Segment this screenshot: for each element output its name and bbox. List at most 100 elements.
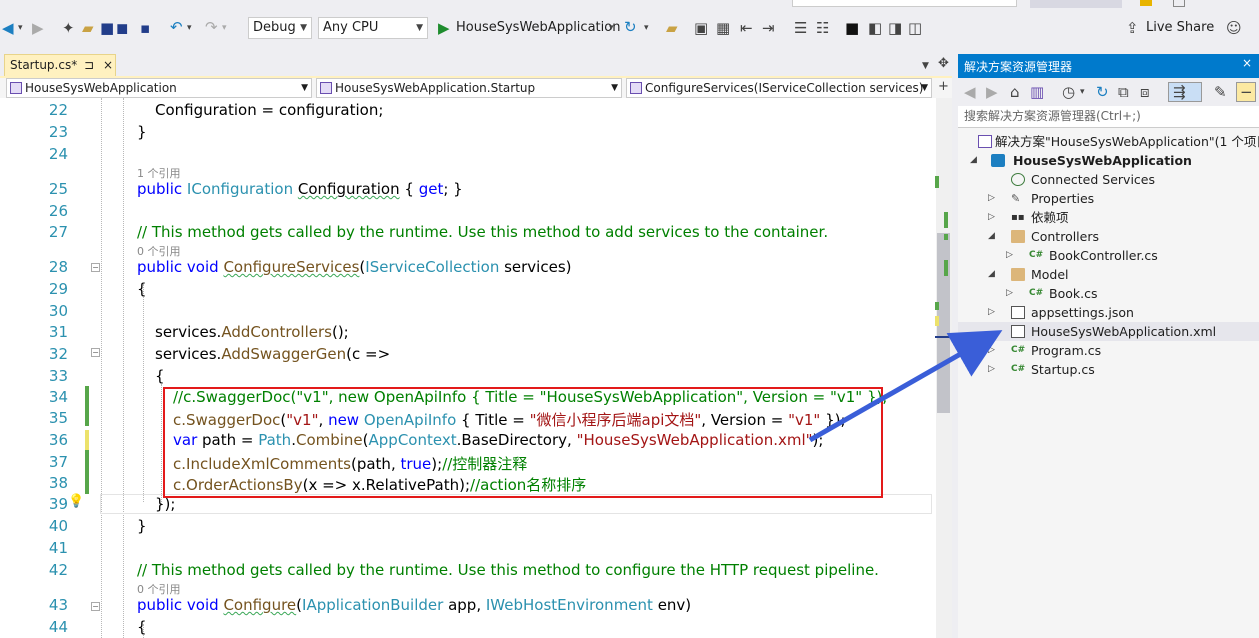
codelens-reference[interactable]: 0 个引用	[137, 581, 181, 597]
bookmark-prev-icon[interactable]: ◧	[868, 20, 882, 36]
settings-icon[interactable]: ✥	[938, 56, 949, 72]
back-dropdown-icon[interactable]: ▾	[18, 20, 23, 36]
codelens-reference[interactable]: 0 个引用	[137, 243, 181, 259]
run-target-button[interactable]: HouseSysWebApplication	[456, 20, 620, 35]
split-icon[interactable]: +	[938, 79, 949, 95]
live-share-icon[interactable]: ⇪	[1126, 20, 1139, 36]
collapse-arrow-icon[interactable]: ▷	[1006, 284, 1013, 303]
run-dropdown-icon[interactable]: ▾	[609, 20, 614, 36]
pin-icon[interactable]: ⊐	[84, 58, 94, 72]
tree-item-controllers[interactable]: ◢ Controllers	[958, 227, 1259, 246]
undo-dropdown-icon[interactable]: ▾	[187, 20, 192, 36]
tree-item-dependencies[interactable]: ▷ ▪▪ 依赖项	[958, 208, 1259, 227]
bookmark-icon[interactable]: ■	[845, 20, 859, 36]
folder-icon	[1011, 230, 1025, 243]
collapse-all-icon[interactable]: ⧉	[1118, 84, 1129, 100]
forward-icon[interactable]: ▶	[32, 20, 44, 36]
properties-wrench-icon[interactable]: ✎	[1214, 84, 1227, 100]
save-icon[interactable]: ■	[100, 20, 114, 36]
tree-item-xml-file[interactable]: HouseSysWebApplication.xml	[958, 322, 1259, 341]
fold-toggle[interactable]: −	[91, 263, 100, 272]
save-alt-icon[interactable]: ▪	[140, 20, 150, 36]
tab-startup-cs[interactable]: Startup.cs* ⊐ ×	[4, 54, 116, 78]
sync-view-button[interactable]: ⇶	[1168, 82, 1202, 102]
tree-item-properties[interactable]: ▷ ✎ Properties	[958, 189, 1259, 208]
outdent-icon[interactable]: ⇤	[740, 20, 753, 36]
redo-dropdown-icon[interactable]: ▾	[222, 20, 227, 36]
tree-item-appsettings[interactable]: ▷ appsettings.json	[958, 303, 1259, 322]
xml-file-icon	[1011, 325, 1025, 338]
platform-select[interactable]: Any CPU ▼	[318, 17, 428, 39]
undo-icon[interactable]: ↶	[170, 19, 183, 35]
menu-bar	[0, 0, 1259, 8]
type-name: IApplicationBuilder	[302, 596, 444, 614]
refresh-icon[interactable]: ↻	[624, 19, 637, 35]
open-folder-icon[interactable]: ▰	[82, 20, 94, 36]
run-icon[interactable]: ▶	[438, 20, 450, 36]
indent-icon[interactable]: ⇥	[762, 20, 775, 36]
preview-button[interactable]: −	[1236, 82, 1256, 102]
show-all-files-icon[interactable]: ⧈	[1140, 84, 1150, 100]
pending-changes-icon[interactable]: ◷	[1062, 84, 1075, 100]
tree-item-program[interactable]: ▷ C# Program.cs	[958, 341, 1259, 360]
expand-arrow-icon[interactable]: ◢	[988, 227, 995, 246]
lightbulb-icon[interactable]: 💡	[68, 494, 84, 510]
redo-icon[interactable]: ↷	[205, 19, 218, 35]
code-editor[interactable]: − − − 22 Configuration = configuration; …	[0, 98, 936, 638]
switch-view-icon[interactable]: ▥	[1030, 84, 1044, 100]
comment-icon[interactable]: ☰	[794, 20, 807, 36]
dropdown-icon[interactable]: ▾	[1080, 84, 1085, 100]
collapse-arrow-icon[interactable]: ▷	[988, 303, 995, 322]
tree-item-book[interactable]: ▷ C# Book.cs	[958, 284, 1259, 303]
fold-toggle[interactable]: −	[91, 602, 100, 611]
tree-item-model[interactable]: ◢ Model	[958, 265, 1259, 284]
class-dropdown[interactable]: HouseSysWebApplication.Startup ▼	[316, 78, 622, 98]
keyword: public	[137, 596, 183, 614]
refresh-icon[interactable]: ↻	[1096, 84, 1109, 100]
bookmark-clear-icon[interactable]: ◫	[908, 20, 922, 36]
home-icon[interactable]: ⌂	[1010, 84, 1020, 100]
line-number: 29	[48, 280, 68, 298]
codelens-reference[interactable]: 1 个引用	[137, 165, 181, 181]
config-select[interactable]: Debug ▼	[248, 17, 312, 39]
account-icon[interactable]	[1173, 0, 1185, 7]
collapse-arrow-icon[interactable]: ▷	[988, 360, 995, 379]
uncomment-icon[interactable]: ☷	[816, 20, 829, 36]
notification-icon[interactable]	[1140, 0, 1152, 6]
collapse-arrow-icon[interactable]: ▷	[1006, 246, 1013, 265]
live-share-button[interactable]: Live Share	[1146, 20, 1214, 35]
save-all-icon[interactable]: ◼	[116, 20, 128, 36]
fold-toggle[interactable]: −	[91, 348, 100, 357]
collapse-arrow-icon[interactable]: ▷	[988, 341, 995, 360]
close-icon[interactable]: ×	[103, 58, 113, 72]
refresh-dropdown-icon[interactable]: ▾	[644, 20, 649, 36]
collapse-arrow-icon[interactable]: ▷	[988, 189, 995, 208]
member-dropdown[interactable]: ConfigureServices(IServiceCollection ser…	[626, 78, 932, 98]
tree-item-startup[interactable]: ▷ C# Startup.cs	[958, 360, 1259, 379]
back-icon[interactable]: ◀	[2, 20, 14, 36]
close-icon[interactable]: ×	[1242, 56, 1252, 70]
new-project-icon[interactable]: ✦	[62, 20, 75, 36]
tree-item-solution[interactable]: 解决方案"HouseSysWebApplication"(1 个项目/共 1 个…	[958, 132, 1259, 151]
back-icon[interactable]: ◀	[964, 84, 976, 100]
tree-item-project[interactable]: ◢ HouseSysWebApplication	[958, 151, 1259, 170]
expand-arrow-icon[interactable]: ◢	[988, 265, 995, 284]
project-dropdown[interactable]: HouseSysWebApplication ▼	[6, 78, 312, 98]
format-icon[interactable]: ▦	[716, 20, 730, 36]
tree-item-bookcontroller[interactable]: ▷ C# BookController.cs	[958, 246, 1259, 265]
tab-list-icon[interactable]: ▼	[922, 58, 929, 74]
forward-icon[interactable]: ▶	[986, 84, 998, 100]
quick-search-input[interactable]	[792, 0, 1017, 7]
json-file-icon	[1011, 306, 1025, 319]
indent-guide	[161, 384, 162, 504]
tree-item-connected-services[interactable]: Connected Services	[958, 170, 1259, 189]
collapse-arrow-icon[interactable]: ▷	[988, 208, 995, 227]
screenshot-icon[interactable]: ▣	[694, 20, 708, 36]
find-in-files-icon[interactable]: ▰	[666, 20, 678, 36]
type-name: IConfiguration	[186, 180, 294, 198]
solution-search-input[interactable]: 搜索解决方案资源管理器(Ctrl+;)	[958, 106, 1259, 128]
bookmark-next-icon[interactable]: ◨	[888, 20, 902, 36]
expand-arrow-icon[interactable]: ◢	[970, 151, 977, 170]
code-punct: (c =>	[346, 345, 391, 363]
feedback-icon[interactable]: ☺	[1226, 20, 1242, 36]
